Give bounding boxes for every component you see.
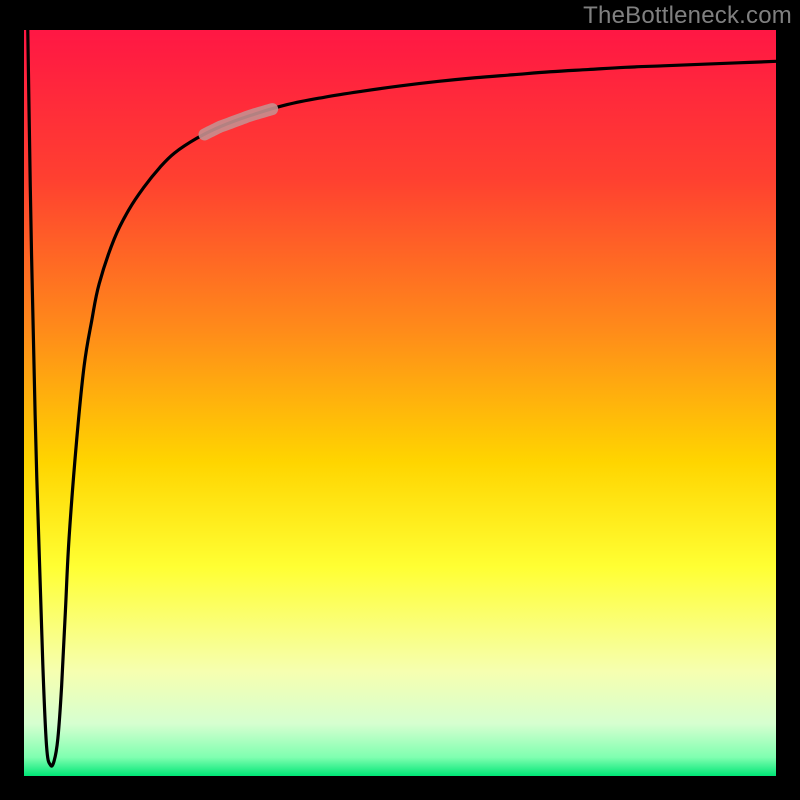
- plot-background: [24, 30, 776, 776]
- chart-frame: TheBottleneck.com: [0, 0, 800, 800]
- chart-canvas: [0, 0, 800, 800]
